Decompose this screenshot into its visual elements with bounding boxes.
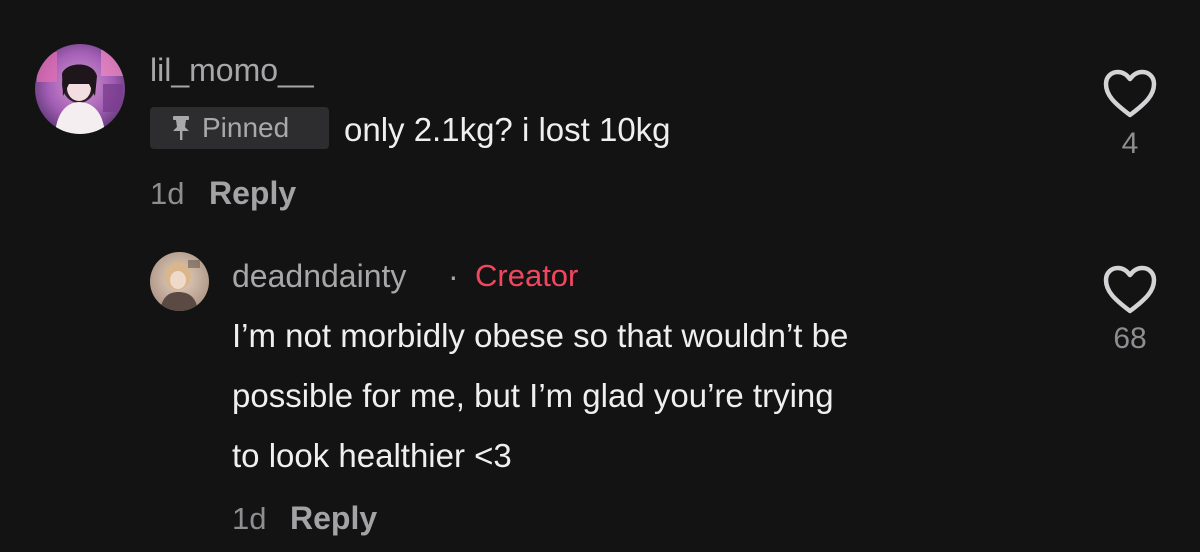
pinned-label: Pinned	[202, 112, 290, 143]
reply-text-line: possible for me, but I’m glad you’re try…	[232, 377, 834, 414]
like-count: 68	[1113, 322, 1147, 355]
comment-username[interactable]: lil_momo__	[150, 54, 314, 86]
avatar-icon	[150, 252, 209, 311]
like-button[interactable]	[1100, 263, 1160, 317]
reply-timestamp: 1d	[232, 501, 267, 536]
pin-icon	[170, 115, 192, 141]
avatar-icon	[35, 44, 125, 134]
comment-timestamp: 1d	[150, 176, 185, 211]
separator-dot: ·	[448, 258, 459, 294]
heart-outline-icon	[1103, 69, 1157, 118]
reply-text-line: I’m not morbidly obese so that wouldn’t …	[232, 317, 849, 354]
pinned-badge: Pinned	[150, 107, 329, 149]
comments-screen: lil_momo__ Pinned only 2.1kg? i lost 10k…	[0, 0, 1200, 552]
like-button[interactable]	[1100, 67, 1160, 121]
reply-username[interactable]: deadndainty	[232, 260, 406, 292]
like-count: 4	[1121, 127, 1139, 160]
reply-button[interactable]: Reply	[209, 177, 296, 209]
creator-badge: Creator	[475, 258, 579, 293]
reply-user-avatar[interactable]	[150, 252, 209, 311]
user-avatar[interactable]	[35, 44, 125, 134]
reply-text-line: to look healthier <3	[232, 437, 512, 474]
comment-text: only 2.1kg? i lost 10kg	[344, 111, 671, 148]
heart-outline-icon	[1103, 265, 1157, 314]
reply-button[interactable]: Reply	[290, 502, 377, 534]
